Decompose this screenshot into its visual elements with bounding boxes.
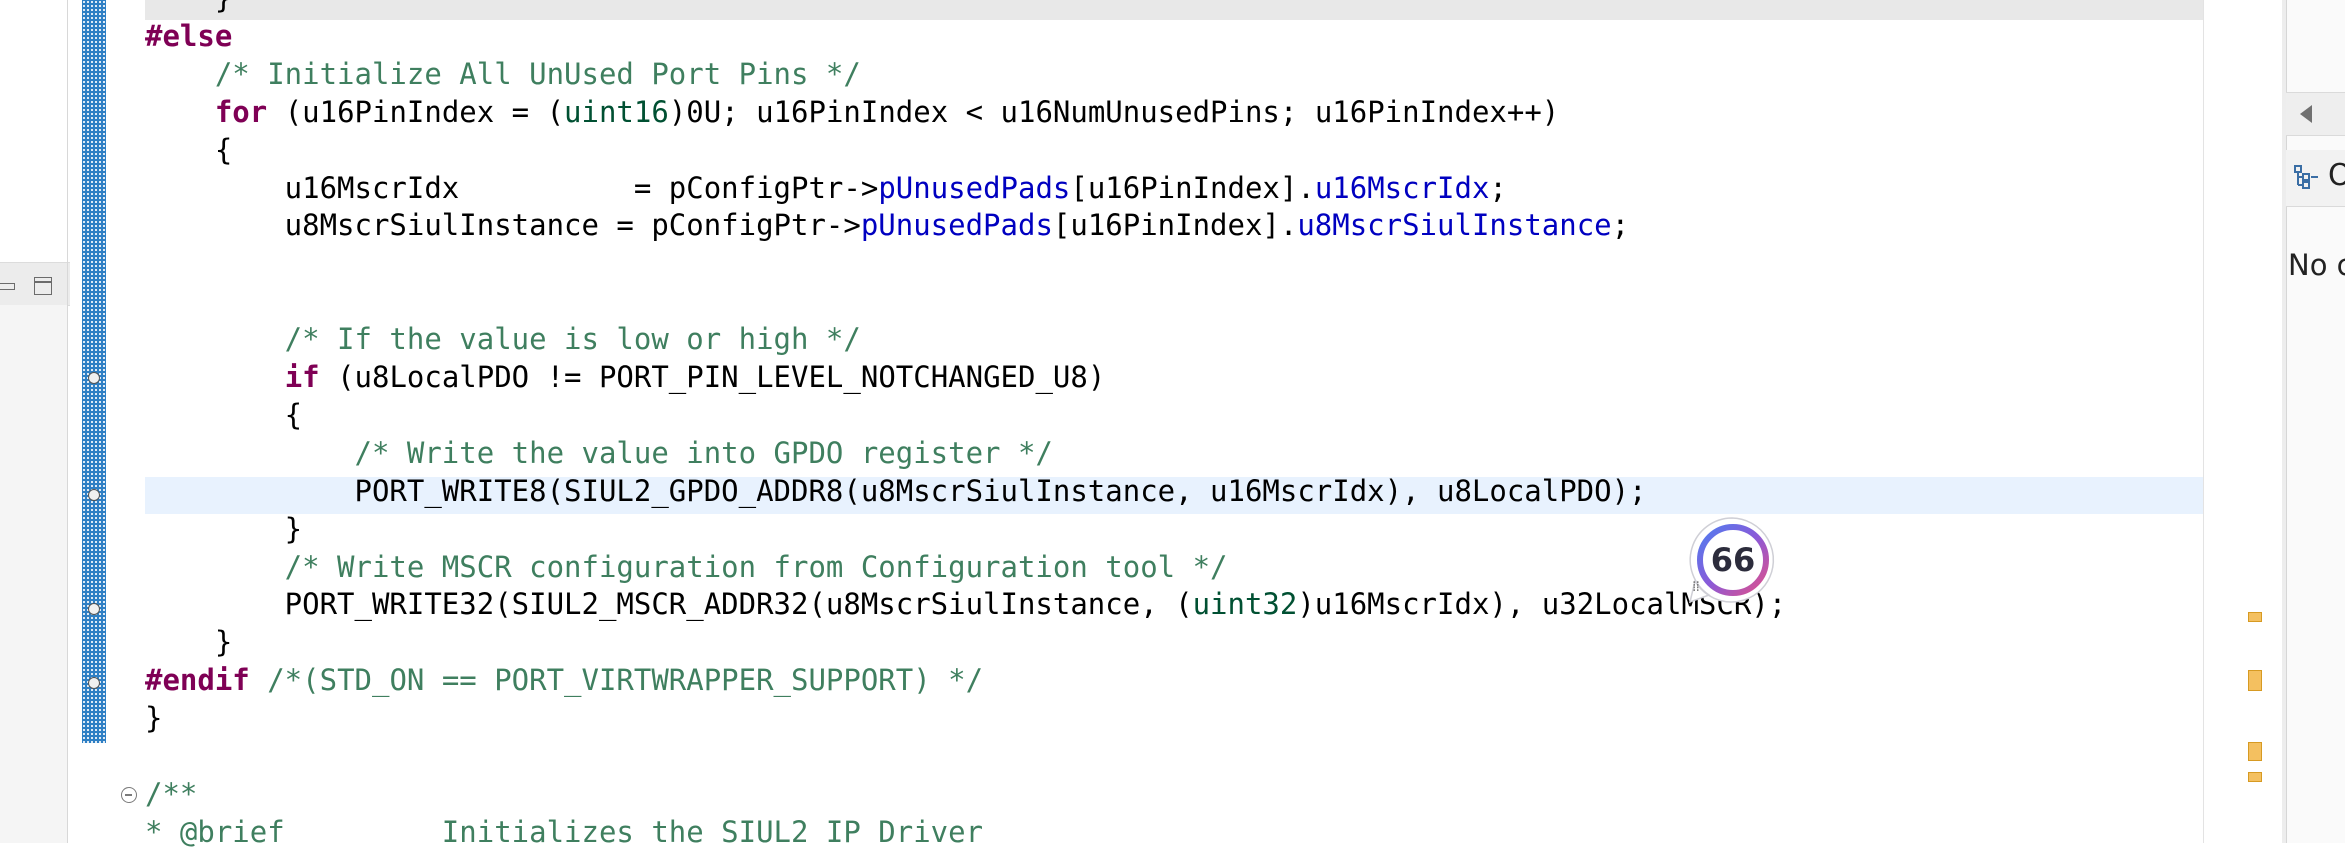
code-line[interactable]: * @brief Initializes the SIUL2 IP Driver [145, 813, 983, 851]
code-line[interactable]: } [145, 0, 232, 17]
code-token: (u8LocalPDO != PORT_PIN_LEVEL_NOTCHANGED… [319, 360, 1106, 394]
code-token: } [145, 701, 163, 736]
quick-diff-marker[interactable] [88, 603, 100, 615]
code-token: u16MscrIdx = pConfigPtr-> [145, 170, 879, 205]
code-token: u8MscrSiulInstance = pConfigPtr-> [145, 208, 861, 243]
quick-diff-marker[interactable] [88, 677, 100, 689]
code-token: } [145, 511, 303, 546]
panel-divider[interactable] [67, 0, 68, 843]
code-line[interactable]: /* If the value is low or high */ [145, 320, 861, 358]
code-token: } [145, 0, 232, 15]
no-content-message: No c [2288, 248, 2345, 282]
code-token: ; [1489, 170, 1507, 205]
code-line[interactable]: for (u16PinIndex = (uint16)0U; u16PinInd… [145, 93, 1559, 131]
code-line[interactable]: } [145, 623, 232, 661]
code-line[interactable]: /* Initialize All UnUsed Port Pins */ [145, 55, 861, 93]
line-highlight [145, 0, 2203, 20]
collapse-left-icon[interactable] [2300, 105, 2312, 123]
code-line[interactable]: /** [145, 775, 197, 813]
occurrence-mark[interactable] [2248, 612, 2262, 622]
outline-tab-label: O [2328, 158, 2345, 193]
code-token: { [145, 132, 233, 167]
code-token: #endif [145, 663, 250, 698]
code-token: for [214, 94, 268, 129]
code-token: } [145, 625, 233, 660]
code-line[interactable]: } [145, 699, 162, 737]
code-token: )0U; u16PinIndex < u16NumUnusedPins; u16… [668, 94, 1560, 129]
code-token: PORT_WRITE32(SIUL2_MSCR_ADDR32(u8MscrSiu… [145, 587, 1193, 622]
code-token: pUnusedPads [878, 170, 1071, 205]
drag-handle-icon[interactable]: ⁞⁞ [1692, 580, 1700, 594]
left-panel-area [0, 305, 67, 843]
code-line[interactable]: PORT_WRITE32(SIUL2_MSCR_ADDR32(u8MscrSiu… [145, 585, 1787, 623]
badge-count: 66 [1710, 541, 1756, 579]
code-token: * @brief Initializes the SIUL2 IP Driver [145, 814, 984, 849]
code-token: /* Write MSCR configuration from Configu… [145, 549, 1228, 584]
code-token: (u16PinIndex = ( [267, 94, 565, 129]
code-line[interactable]: PORT_WRITE8(SIUL2_GPDO_ADDR8(u8MscrSiulI… [145, 472, 1647, 510]
occurrence-mark[interactable] [2248, 742, 2262, 761]
code-line[interactable]: /* Write MSCR configuration from Configu… [145, 548, 1228, 586]
occurrence-mark[interactable] [2248, 670, 2262, 691]
code-line[interactable]: u8MscrSiulInstance = pConfigPtr->pUnused… [145, 206, 1629, 244]
code-token: /** [145, 776, 198, 811]
code-token: /* Initialize All UnUsed Port Pins */ [145, 56, 861, 91]
code-token: uint32 [1192, 587, 1298, 622]
fold-collapse-icon[interactable] [121, 787, 137, 803]
code-token: pUnusedPads [860, 208, 1053, 243]
code-token: [u16PinIndex]. [1070, 170, 1315, 205]
quick-diff-marker[interactable] [88, 372, 100, 384]
code-token: #else [145, 18, 233, 53]
code-token: /*(STD_ON == PORT_VIRTWRAPPER_SUPPORT) *… [249, 663, 984, 698]
code-line[interactable]: if (u8LocalPDO != PORT_PIN_LEVEL_NOTCHAN… [145, 358, 1106, 396]
minimized-view-tab [0, 262, 70, 306]
code-line[interactable]: { [145, 396, 302, 434]
code-line[interactable]: { [145, 131, 232, 169]
occurrence-mark[interactable] [2248, 772, 2262, 782]
code-token: /* Write the value into GPDO register */ [145, 435, 1053, 470]
quick-diff-marker[interactable] [88, 489, 100, 501]
code-line[interactable]: } [145, 510, 302, 548]
code-token: /* If the value is low or high */ [145, 322, 861, 357]
overview-ruler[interactable] [2203, 0, 2266, 843]
code-token: PORT_WRITE8(SIUL2_GPDO_ADDR8(u8MscrSiulI… [145, 473, 1647, 508]
code-line[interactable]: /* Write the value into GPDO register */ [145, 434, 1053, 472]
code-token: ; [1611, 208, 1630, 243]
code-token: if [284, 360, 320, 394]
outline-icon [2294, 165, 2318, 189]
minimize-icon[interactable] [0, 283, 15, 290]
code-token: { [145, 397, 303, 432]
panel-collapse-bar[interactable] [2286, 92, 2345, 136]
code-line[interactable]: u16MscrIdx = pConfigPtr->pUnusedPads[u16… [145, 169, 1507, 207]
maximize-icon[interactable] [34, 277, 52, 295]
code-line[interactable]: #endif /*(STD_ON == PORT_VIRTWRAPPER_SUP… [145, 661, 983, 699]
code-token: [u16PinIndex]. [1052, 208, 1298, 243]
code-token: u8MscrSiulInstance [1297, 208, 1612, 243]
code-token: u16MscrIdx [1314, 170, 1490, 205]
code-line[interactable]: #else [145, 17, 232, 55]
code-token: uint16 [564, 94, 669, 129]
